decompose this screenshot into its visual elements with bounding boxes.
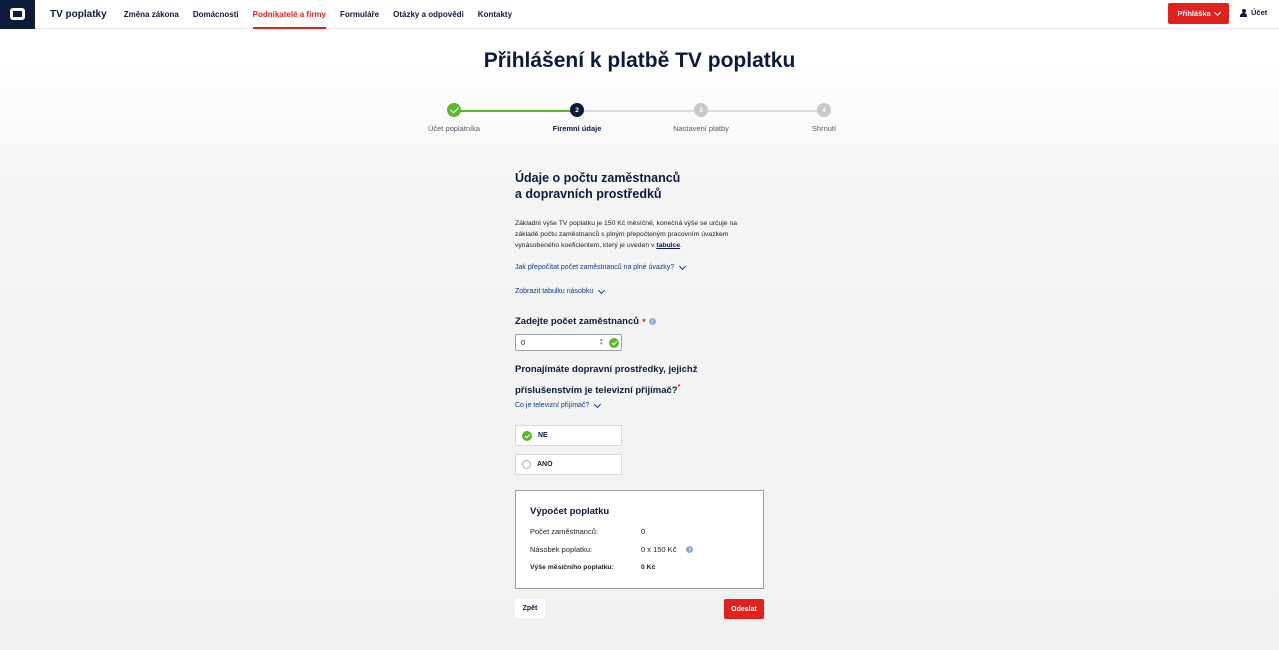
chevron-down-icon [679, 262, 687, 270]
step-1-check-icon [447, 103, 461, 117]
step-3-label: Nastavení platby [673, 124, 729, 133]
step-4-dot: 4 [817, 103, 831, 117]
chevron-down-icon [598, 286, 606, 294]
prihlaska-label: Přihláška [1177, 9, 1211, 18]
required-asterisk: * [677, 384, 681, 391]
calc-monthly-fee-label: Výše měsíčního poplatku: [530, 564, 614, 571]
brand-title[interactable]: TV poplatky [50, 9, 107, 20]
prihlaska-dropdown-button[interactable]: Přihláška [1168, 3, 1229, 24]
intro-end: . [680, 242, 682, 249]
recalc-employees-label: Jak přepočítat počet zaměstnanců na plné… [515, 264, 675, 271]
employees-count-value: 0 [521, 338, 526, 347]
selected-check-icon [522, 430, 532, 441]
nav-item-otazky[interactable]: Otázky a odpovědi [393, 0, 464, 29]
valid-check-icon [609, 338, 619, 348]
chevron-down-icon [1213, 8, 1221, 16]
account-label: Účet [1251, 8, 1268, 17]
radio-option-ano-label: ANO [537, 461, 553, 468]
form-heading: Údaje o počtu zaměstnanců a dopravních p… [515, 170, 765, 202]
calc-row-multiplier: Násobek poplatku: 0 x 150 Kč i [530, 545, 750, 554]
tv-receiver-info-toggle[interactable]: Co je televizní přijímač? [515, 400, 602, 409]
calc-multiplier-label: Násobek poplatku: [530, 545, 593, 554]
vehicles-question-line1: Pronajímáte dopravní prostředky, jejichž [515, 364, 698, 375]
employees-label-text: Zadejte počet zaměstnanců [515, 316, 640, 327]
tv-receiver-info-label: Co je televizní přijímač? [515, 402, 590, 409]
table-link[interactable]: tabulce [656, 242, 680, 249]
intro-body: Základní výše TV poplatku je 150 Kč měsí… [515, 220, 738, 249]
nav-item-formulare[interactable]: Formuláře [340, 0, 379, 29]
radio-option-ne-label: NE [538, 432, 548, 439]
required-asterisk: * [642, 316, 646, 327]
page-title: Přihlášení k platbě TV poplatku [483, 49, 796, 72]
info-icon[interactable]: i [686, 546, 694, 553]
form-heading-line1: Údaje o počtu zaměstnanců [515, 171, 681, 185]
employees-count-input[interactable]: 0 ▴ ▾ [515, 334, 622, 351]
show-multiplier-table-toggle[interactable]: Zobrazit tabulku násobku [515, 286, 606, 295]
employees-field-label: Zadejte počet zaměstnanců * i [515, 316, 656, 327]
calc-employees-value: 0 [641, 527, 646, 536]
step-1-label: Účet poplatníka [427, 124, 481, 133]
calc-multiplier-value: 0 x 150 Kč [641, 545, 677, 554]
step-3-dot: 3 [694, 103, 708, 117]
chevron-down-icon [594, 400, 602, 408]
progress-stepper: 2 3 4 Účet poplatníka Firemní údaje Nast… [0, 103, 1279, 143]
step-2-dot: 2 [570, 103, 584, 117]
nav-item-kontakty[interactable]: Kontakty [478, 0, 512, 29]
back-button[interactable]: Zpět [515, 599, 545, 618]
vehicles-question: Pronajímáte dopravní prostředky, jejichž… [515, 361, 745, 400]
fee-calculation-box: Výpočet poplatku Počet zaměstnanců: 0 Ná… [515, 490, 764, 589]
company-data-form: Údaje o počtu zaměstnanců a dopravních p… [515, 170, 765, 619]
radio-circle-icon [522, 460, 531, 469]
radio-option-ne[interactable]: NE [515, 425, 622, 446]
step-2-label: Firemní údaje [552, 124, 602, 133]
calculation-title: Výpočet poplatku [530, 506, 610, 517]
calc-row-monthly-fee: Výše měsíčního poplatku: 0 Kč [530, 564, 750, 571]
nav-item-zmena-zakona[interactable]: Změna zákona [124, 0, 179, 29]
radio-option-ano[interactable]: ANO [515, 454, 622, 475]
submit-button[interactable]: Odeslat [724, 599, 764, 619]
calc-employees-label: Počet zaměstnanců: [530, 527, 598, 536]
step-4-label: Shrnutí [811, 124, 837, 133]
stepper-track-done [454, 110, 577, 112]
intro-text: Základní výše TV poplatku je 150 Kč měsí… [515, 218, 755, 251]
ct-logo-icon[interactable] [0, 0, 35, 29]
vehicles-question-line2: příslušenstvím je televizní přijímač? [515, 385, 678, 397]
calc-monthly-fee-value: 0 Kč [641, 564, 656, 571]
number-spinner-icon[interactable]: ▴ ▾ [600, 338, 603, 347]
info-icon[interactable]: i [648, 318, 656, 325]
account-link[interactable]: Účet [1240, 8, 1267, 17]
calc-row-employees: Počet zaměstnanců: 0 [530, 527, 750, 536]
nav-item-podnikatele[interactable]: Podnikatelé a firmy [252, 0, 327, 29]
show-multiplier-table-label: Zobrazit tabulku násobku [515, 288, 594, 295]
nav-item-domacnosti[interactable]: Domácnosti [193, 0, 239, 29]
recalc-employees-toggle[interactable]: Jak přepočítat počet zaměstnanců na plné… [515, 262, 687, 271]
user-icon [1240, 8, 1247, 17]
form-heading-line2: a dopravních prostředků [515, 187, 662, 201]
main-nav: Změna zákona Domácnosti Podnikatelé a fi… [124, 0, 526, 29]
top-navigation-bar: TV poplatky Změna zákona Domácnosti Podn… [0, 0, 1279, 29]
